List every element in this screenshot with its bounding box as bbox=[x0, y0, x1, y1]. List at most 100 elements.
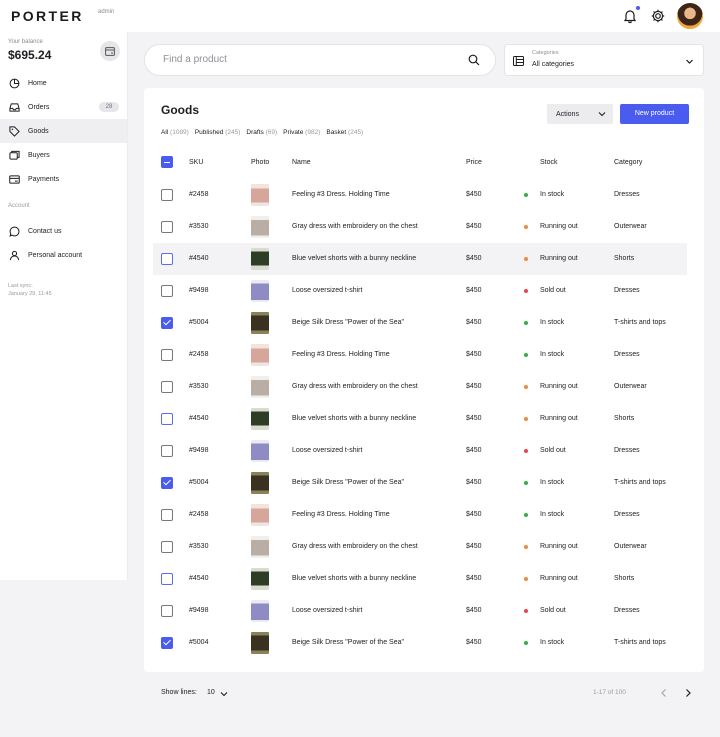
product-photo[interactable] bbox=[251, 184, 269, 206]
row-checkbox[interactable] bbox=[161, 477, 173, 489]
product-name[interactable]: Loose oversized t-shirt bbox=[292, 287, 362, 294]
row-checkbox[interactable] bbox=[161, 445, 173, 457]
product-photo[interactable] bbox=[251, 632, 269, 654]
sidebar-item-payments[interactable]: Payments bbox=[0, 167, 127, 191]
product-photo[interactable] bbox=[251, 536, 269, 558]
row-checkbox[interactable] bbox=[161, 317, 173, 329]
search-icon[interactable] bbox=[468, 54, 480, 66]
product-photo[interactable] bbox=[251, 376, 269, 398]
chevron-right-icon[interactable] bbox=[683, 688, 693, 698]
chevron-down-icon[interactable] bbox=[220, 690, 228, 698]
product-name[interactable]: Feeling #3 Dress. Holding Time bbox=[292, 191, 390, 198]
sidebar-item-home[interactable]: Home bbox=[0, 71, 127, 95]
product-photo[interactable] bbox=[251, 408, 269, 430]
sidebar-item-label: Personal account bbox=[28, 251, 83, 259]
row-checkbox[interactable] bbox=[161, 349, 173, 361]
product-photo[interactable] bbox=[251, 504, 269, 526]
bell-icon[interactable] bbox=[622, 8, 638, 24]
actions-dropdown[interactable]: Actions bbox=[547, 104, 613, 124]
table-row[interactable]: #9498 Loose oversized t-shirt $450 Sold out… bbox=[153, 435, 687, 467]
product-photo[interactable] bbox=[251, 440, 269, 462]
table-row[interactable]: #3530 Gray dress with embroidery on the c… bbox=[153, 531, 687, 563]
product-name[interactable]: Gray dress with embroidery on the chest bbox=[292, 383, 418, 390]
product-photo[interactable] bbox=[251, 216, 269, 238]
sku-cell: #9498 bbox=[189, 607, 209, 614]
product-name[interactable]: Blue velvet shorts with a bunny neckline bbox=[292, 575, 416, 582]
table-row[interactable]: #9498 Loose oversized t-shirt $450 Sold out… bbox=[153, 595, 687, 627]
price-cell: $450 bbox=[466, 607, 482, 614]
table-row[interactable]: #4540 Blue velvet shorts with a bunny nec… bbox=[153, 243, 687, 275]
row-checkbox[interactable] bbox=[161, 253, 173, 265]
product-name[interactable]: Beige Silk Dress "Power of the Sea" bbox=[292, 319, 404, 326]
column-header-sku[interactable]: SKU bbox=[189, 159, 203, 166]
row-checkbox[interactable] bbox=[161, 573, 173, 585]
new-product-button[interactable]: New product bbox=[620, 104, 689, 124]
row-checkbox[interactable] bbox=[161, 637, 173, 649]
table-row[interactable]: #2458 Feeling #3 Dress. Holding Time $450 I… bbox=[153, 339, 687, 371]
row-checkbox[interactable] bbox=[161, 285, 173, 297]
product-name[interactable]: Feeling #3 Dress. Holding Time bbox=[292, 351, 390, 358]
product-name[interactable]: Beige Silk Dress "Power of the Sea" bbox=[292, 479, 404, 486]
sidebar-item-contact[interactable]: Contact us bbox=[0, 219, 127, 243]
row-checkbox[interactable] bbox=[161, 413, 173, 425]
product-name[interactable]: Gray dress with embroidery on the chest bbox=[292, 543, 418, 550]
sidebar-item-goods[interactable]: Goods bbox=[0, 119, 127, 143]
filter-tab-all[interactable]: All (1089) bbox=[161, 129, 189, 136]
row-checkbox[interactable] bbox=[161, 541, 173, 553]
filter-tab-private[interactable]: Private (982) bbox=[283, 129, 320, 136]
category-cell: Shorts bbox=[614, 575, 635, 582]
sidebar-item-personal-account[interactable]: Personal account bbox=[0, 243, 127, 267]
row-checkbox[interactable] bbox=[161, 189, 173, 201]
filter-tab-basket[interactable]: Basket (245) bbox=[326, 129, 363, 136]
row-checkbox[interactable] bbox=[161, 605, 173, 617]
brand-logo[interactable]: PORTER bbox=[11, 8, 84, 24]
table-row[interactable]: #9498 Loose oversized t-shirt $450 Sold out… bbox=[153, 275, 687, 307]
product-photo[interactable] bbox=[251, 280, 269, 302]
product-name[interactable]: Blue velvet shorts with a bunny neckline bbox=[292, 415, 416, 422]
product-photo[interactable] bbox=[251, 472, 269, 494]
sidebar-item-label: Contact us bbox=[28, 227, 62, 235]
categories-select[interactable]: Categories All categories bbox=[504, 44, 704, 76]
table-row[interactable]: #5004 Beige Silk Dress "Power of the Sea"… bbox=[153, 467, 687, 499]
filter-tab-published[interactable]: Published (245) bbox=[195, 129, 241, 136]
row-checkbox[interactable] bbox=[161, 221, 173, 233]
table-row[interactable]: #5004 Beige Silk Dress "Power of the Sea"… bbox=[153, 307, 687, 339]
table-row[interactable]: #4540 Blue velvet shorts with a bunny nec… bbox=[153, 403, 687, 435]
column-header-stock[interactable]: Stock bbox=[540, 159, 558, 166]
table-row[interactable]: #3530 Gray dress with embroidery on the c… bbox=[153, 371, 687, 403]
product-photo[interactable] bbox=[251, 568, 269, 590]
product-name[interactable]: Feeling #3 Dress. Holding Time bbox=[292, 511, 390, 518]
column-header-name[interactable]: Name bbox=[292, 159, 311, 166]
search-input[interactable] bbox=[163, 54, 463, 65]
chat-icon bbox=[9, 226, 20, 237]
show-lines-select[interactable]: 10 bbox=[207, 689, 215, 696]
product-photo[interactable] bbox=[251, 344, 269, 366]
avatar[interactable] bbox=[676, 2, 704, 30]
product-name[interactable]: Loose oversized t-shirt bbox=[292, 447, 362, 454]
product-name[interactable]: Blue velvet shorts with a bunny neckline bbox=[292, 255, 416, 262]
table-row[interactable]: #2458 Feeling #3 Dress. Holding Time $450 I… bbox=[153, 179, 687, 211]
product-name[interactable]: Beige Silk Dress "Power of the Sea" bbox=[292, 639, 404, 646]
table-row[interactable]: #2458 Feeling #3 Dress. Holding Time $450 I… bbox=[153, 499, 687, 531]
gear-icon[interactable] bbox=[650, 8, 666, 24]
table-row[interactable]: #3530 Gray dress with embroidery on the c… bbox=[153, 211, 687, 243]
chevron-left-icon[interactable] bbox=[659, 688, 669, 698]
column-header-price[interactable]: Price bbox=[466, 159, 482, 166]
sidebar-item-buyers[interactable]: Buyers bbox=[0, 143, 127, 167]
wallet-button[interactable] bbox=[100, 41, 120, 61]
category-cell: Shorts bbox=[614, 255, 635, 262]
select-all-checkbox[interactable] bbox=[161, 156, 173, 168]
product-name[interactable]: Loose oversized t-shirt bbox=[292, 607, 362, 614]
table-row[interactable]: #4540 Blue velvet shorts with a bunny nec… bbox=[153, 563, 687, 595]
product-photo[interactable] bbox=[251, 600, 269, 622]
sku-cell: #5004 bbox=[189, 479, 209, 486]
column-header-category[interactable]: Category bbox=[614, 159, 642, 166]
product-name[interactable]: Gray dress with embroidery on the chest bbox=[292, 223, 418, 230]
sidebar-item-orders[interactable]: Orders 28 bbox=[0, 95, 127, 119]
row-checkbox[interactable] bbox=[161, 381, 173, 393]
product-photo[interactable] bbox=[251, 312, 269, 334]
product-photo[interactable] bbox=[251, 248, 269, 270]
filter-tab-drafts[interactable]: Drafts (69) bbox=[246, 129, 277, 136]
table-row[interactable]: #5004 Beige Silk Dress "Power of the Sea"… bbox=[153, 627, 687, 659]
row-checkbox[interactable] bbox=[161, 509, 173, 521]
